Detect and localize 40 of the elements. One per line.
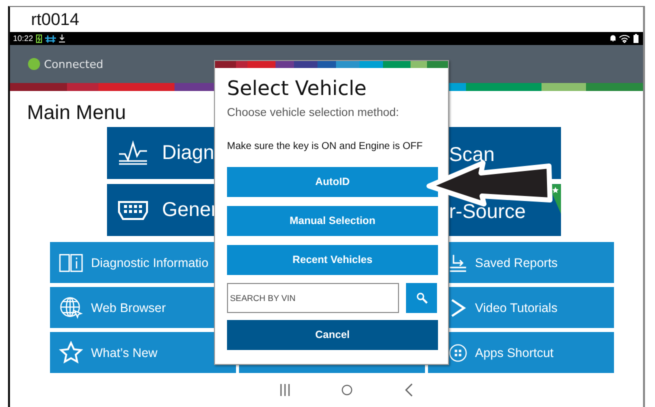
tile-label: Gener: [162, 198, 218, 222]
dialog-subtitle: Choose vehicle selection method:: [227, 106, 400, 120]
tile-label: Scan: [449, 144, 495, 166]
back-icon[interactable]: [402, 383, 414, 397]
tile-label: Saved Reports: [475, 256, 558, 270]
dialog-title: Select Vehicle: [227, 76, 368, 100]
battery-icon: [633, 34, 639, 43]
tile-label: r-Source: [449, 201, 526, 223]
network-icon: [45, 34, 56, 42]
connected-status-icon: [28, 58, 40, 70]
tile-label: Diagnostic Informatio: [91, 256, 208, 270]
tile-label: Apps Shortcut: [475, 346, 554, 360]
clock-time: 10:22: [13, 34, 34, 43]
recent-apps-icon[interactable]: [278, 383, 290, 397]
home-icon[interactable]: [340, 383, 352, 397]
tile-label: Diagn: [162, 142, 214, 164]
option-button[interactable]: AutoID: [227, 167, 438, 197]
chevron-icon: [449, 298, 467, 318]
menu-tile[interactable]: What’s New: [50, 332, 236, 373]
tile-label: What’s New: [91, 346, 158, 360]
option-button[interactable]: Manual Selection: [227, 206, 438, 236]
search-icon: [416, 292, 428, 304]
search-button[interactable]: [406, 283, 437, 313]
dialog-notice: Make sure the key is ON and Engine is OFF: [227, 140, 424, 154]
download-icon: [59, 34, 66, 43]
connection-status: Connected: [44, 58, 104, 70]
globe-icon: [59, 296, 83, 320]
menu-tile[interactable]: Apps Shortcut: [428, 332, 614, 373]
tile-label: Video Tutorials: [475, 300, 558, 314]
waveform-icon: [116, 140, 150, 166]
page-heading: Main Menu: [27, 101, 126, 126]
notification-icon: [610, 34, 616, 43]
window-title: rt0014: [31, 10, 80, 30]
vin-search-field[interactable]: SEARCH BY VIN: [227, 283, 399, 313]
wifi-icon: [619, 34, 630, 42]
cancel-button[interactable]: Cancel: [227, 320, 438, 350]
option-button[interactable]: Recent Vehicles: [227, 245, 438, 275]
battery-charging-icon: [36, 34, 42, 43]
star-icon: [59, 340, 83, 364]
tile-label: Web Browser: [91, 300, 166, 314]
